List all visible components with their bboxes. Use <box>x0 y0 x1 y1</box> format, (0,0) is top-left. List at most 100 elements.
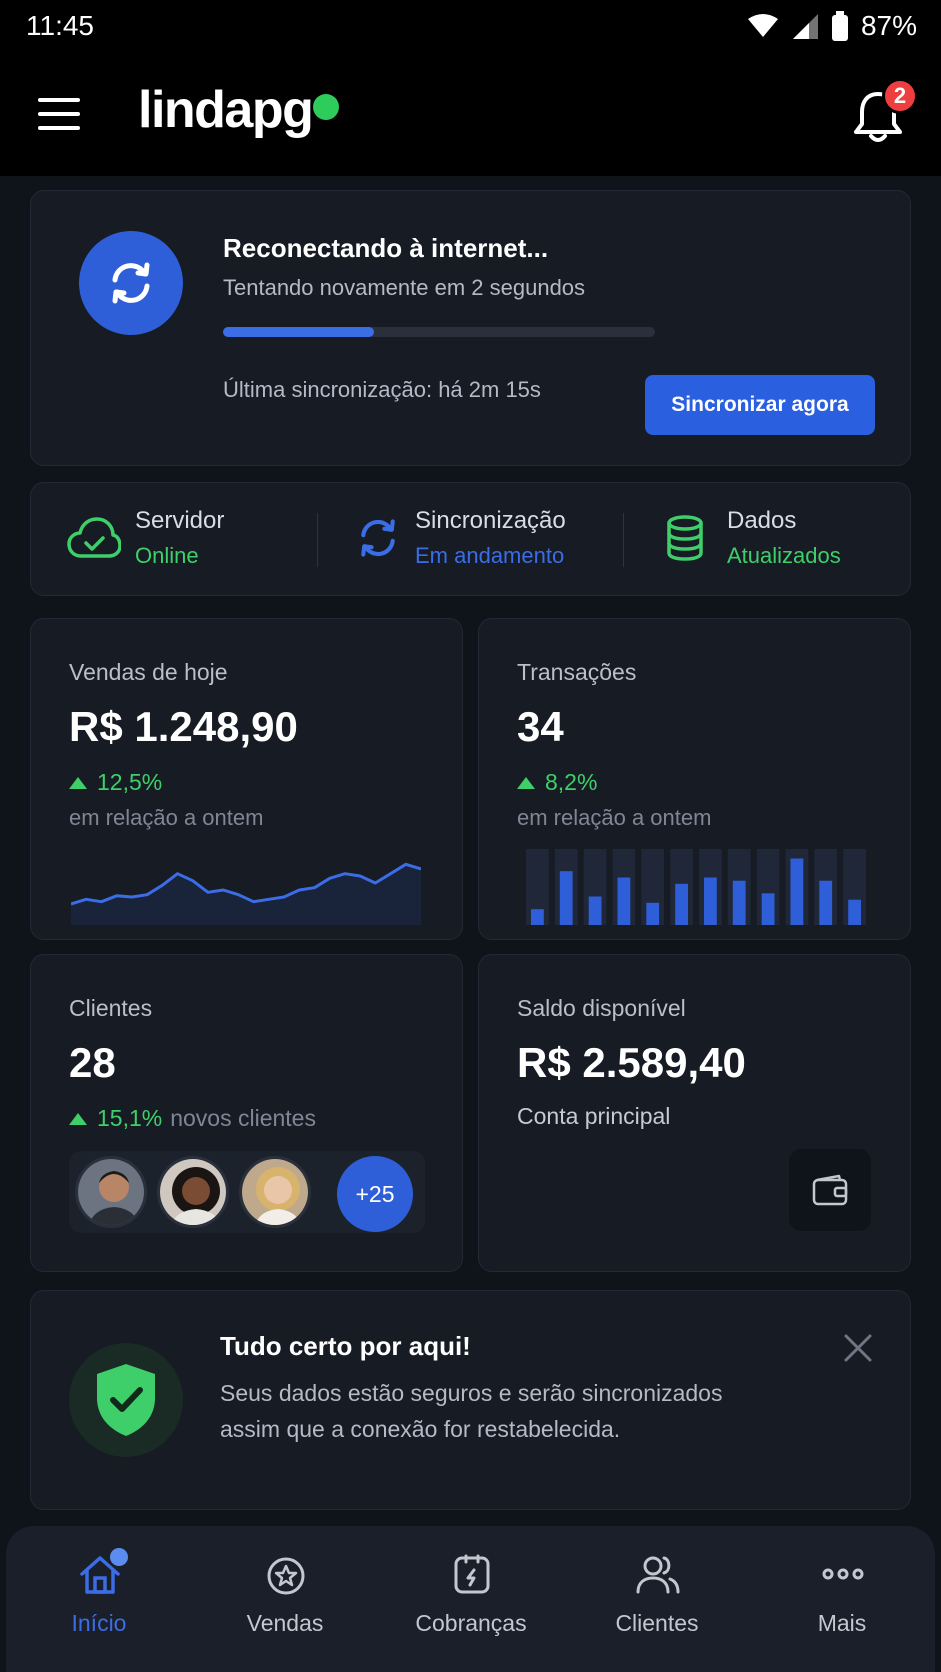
balance-title: Saldo disponível <box>517 995 686 1021</box>
sales-icon <box>267 1557 305 1595</box>
clients-note: novos clientes <box>170 1105 316 1131</box>
status-sync-label: Sincronização <box>415 507 566 534</box>
sales-title: Vendas de hoje <box>69 659 228 685</box>
logo-dot <box>313 94 339 120</box>
divider <box>317 513 318 567</box>
status-server-value: Online <box>135 543 199 568</box>
status-server: Servidor Online <box>67 507 224 569</box>
clients-icon <box>636 1556 680 1594</box>
reconnect-progress-bar <box>223 327 655 337</box>
sync-icon <box>79 231 183 335</box>
sync-icon <box>361 519 395 557</box>
bar <box>819 880 833 925</box>
clients-change: 15,1% novos clientes <box>69 1105 316 1132</box>
bottom-navigation: Início Vendas Cobranças Clientes Mais <box>6 1526 935 1672</box>
bar <box>848 899 861 925</box>
balance-account: Conta principal <box>517 1103 671 1129</box>
divider <box>623 513 624 567</box>
nav-item-vendas[interactable]: Vendas <box>192 1526 378 1672</box>
reconnect-progress-fill <box>223 327 375 337</box>
bar <box>617 877 631 925</box>
battery-level: 87% <box>860 10 917 41</box>
trend-up-icon <box>69 1112 87 1125</box>
app-logo: lindapg <box>138 81 314 139</box>
sales-change-value: 12,5% <box>97 769 163 795</box>
nav-label: Cobranças <box>415 1610 527 1636</box>
transactions-title: Transações <box>517 659 637 685</box>
last-sync-text: Última sincronização: há 2m 15s <box>223 377 541 402</box>
wallet-icon <box>812 1174 848 1206</box>
clients-change-value: 15,1% <box>97 1105 163 1131</box>
bar <box>704 877 717 925</box>
database-icon <box>667 515 703 561</box>
signal-icon <box>792 14 818 39</box>
avatar[interactable] <box>239 1156 311 1228</box>
nav-label: Mais <box>817 1610 867 1636</box>
transactions-bar-chart <box>526 849 866 925</box>
reconnect-card: Reconectando à internet... Tentando nova… <box>30 190 911 466</box>
transactions-change: 8,2% <box>517 769 597 796</box>
nav-item-cobrancas[interactable]: Cobranças <box>378 1526 564 1672</box>
nav-item-inicio[interactable]: Início <box>6 1526 192 1672</box>
transactions-change-value: 8,2% <box>545 769 598 795</box>
sparkline-area <box>71 864 421 925</box>
more-icon <box>822 1568 864 1580</box>
clients-value: 28 <box>69 1039 116 1086</box>
wallet-button[interactable] <box>789 1149 871 1231</box>
status-time: 11:45 <box>26 10 94 41</box>
status-server-label: Servidor <box>135 507 225 534</box>
status-data-label: Dados <box>727 507 797 534</box>
more-clients-badge[interactable]: +25 <box>337 1156 413 1232</box>
billing-icon <box>454 1554 490 1594</box>
sales-card[interactable]: Vendas de hoje R$ 1.248,90 12,5% em rela… <box>30 618 463 940</box>
transactions-value: 34 <box>517 703 564 750</box>
status-sync-value: Em andamento <box>415 543 565 568</box>
security-text: Seus dados estão seguros e serão sincron… <box>220 1380 723 1442</box>
battery-icon <box>831 11 848 41</box>
client-avatars: +25 <box>69 1151 425 1233</box>
notification-badge: 2 <box>882 78 918 114</box>
status-sync: Sincronização Em andamento <box>355 507 566 569</box>
bar <box>646 902 660 925</box>
sales-change: 12,5% <box>69 769 162 796</box>
bar <box>761 893 775 925</box>
trend-up-icon <box>69 776 87 789</box>
avatar[interactable] <box>75 1156 147 1228</box>
transactions-card[interactable]: Transações 34 8,2% em relação a ontem <box>478 618 911 940</box>
nav-item-mais[interactable]: Mais <box>749 1526 935 1672</box>
system-status-row: Servidor Online Sincronização Em andamen… <box>30 482 911 596</box>
bar <box>588 896 602 925</box>
status-bar: 11:45 87% <box>0 0 941 52</box>
trend-up-icon <box>517 776 535 789</box>
clients-title: Clientes <box>69 995 153 1021</box>
status-data-value: Atualizados <box>727 543 841 568</box>
clients-card[interactable]: Clientes 28 15,1% novos clientes +25 <box>30 954 463 1272</box>
nav-item-clientes[interactable]: Clientes <box>564 1526 750 1672</box>
wifi-icon <box>747 14 778 37</box>
reconnect-subtitle: Tentando novamente em 2 segundos <box>223 275 586 300</box>
reconnect-title: Reconectando à internet... <box>223 233 549 263</box>
close-icon[interactable] <box>841 1331 875 1365</box>
security-card: Tudo certo por aqui! Seus dados estão se… <box>30 1290 911 1510</box>
avatar[interactable] <box>157 1156 229 1228</box>
sync-now-button[interactable]: Sincronizar agora <box>645 375 875 435</box>
bar <box>531 909 544 925</box>
security-title: Tudo certo por aqui! <box>220 1331 471 1361</box>
transactions-note: em relação a ontem <box>517 805 712 830</box>
menu-button[interactable] <box>38 98 82 132</box>
app-bar: lindapg 2 <box>0 52 941 176</box>
nav-label: Vendas <box>246 1610 324 1636</box>
sales-note: em relação a ontem <box>69 805 264 830</box>
bar <box>732 880 746 925</box>
sales-value: R$ 1.248,90 <box>69 703 298 750</box>
status-data: Dados Atualizados <box>665 507 841 569</box>
sales-sparkline <box>71 862 421 925</box>
nav-active-dot <box>110 1548 128 1566</box>
cloud-check-icon <box>67 517 121 558</box>
balance-card[interactable]: Saldo disponível R$ 2.589,40 Conta princ… <box>478 954 911 1272</box>
shield-check-icon <box>69 1343 183 1457</box>
bar <box>790 858 804 925</box>
nav-label: Início <box>71 1610 127 1636</box>
bar <box>675 883 688 925</box>
bar <box>559 871 573 925</box>
